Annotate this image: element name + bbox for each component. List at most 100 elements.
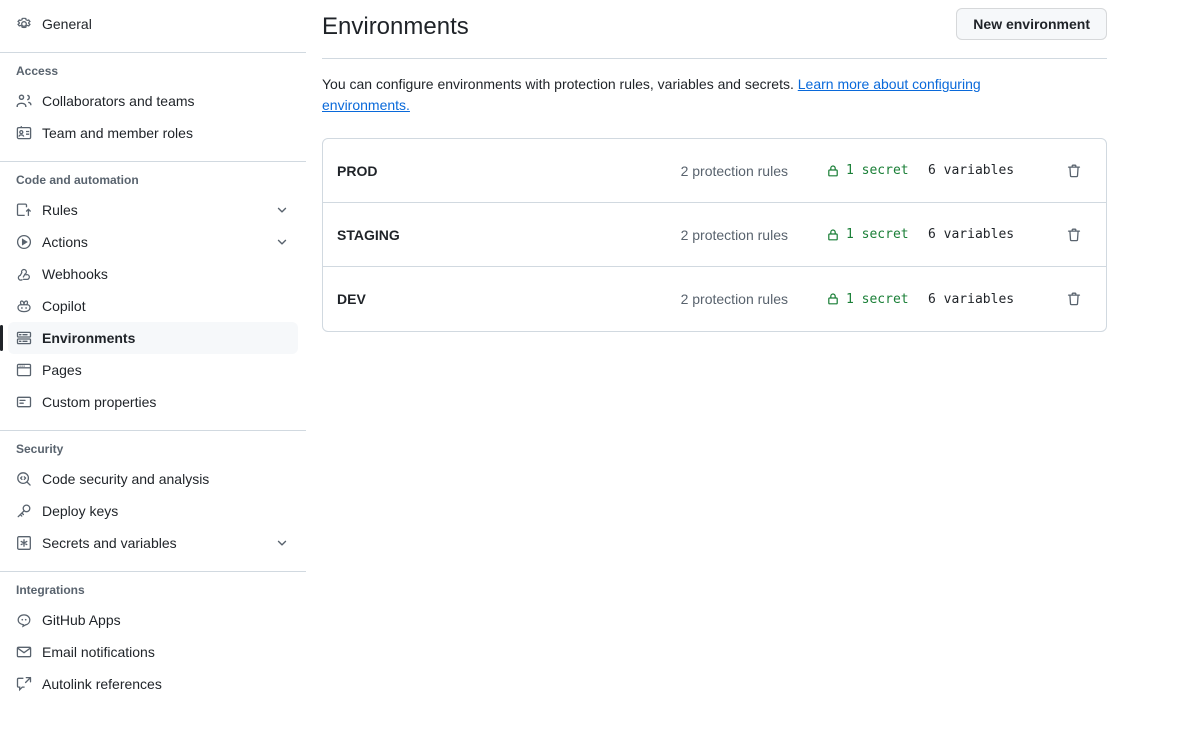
chevron-down-icon[interactable] — [274, 234, 290, 250]
sidebar-item-label: Custom properties — [42, 394, 157, 410]
delete-environment-button[interactable] — [1058, 219, 1090, 251]
sidebar-sections: Access Collaborators and teams Team and me… — [0, 52, 306, 700]
protection-rules-count: 2 protection rules — [680, 291, 788, 307]
settings-sidebar: General Access Collaborators and teams Tea… — [0, 0, 306, 735]
sidebar-item-collaborators-and-teams[interactable]: Collaborators and teams — [8, 85, 298, 117]
codescan-icon — [16, 471, 32, 487]
variables-count: 6 variables — [928, 163, 1015, 178]
sidebar-item-label: General — [42, 16, 92, 32]
secrets-count: 1 secret — [788, 292, 928, 307]
sidebar-item-label: Actions — [42, 234, 88, 250]
environment-name[interactable]: STAGING — [337, 227, 598, 243]
sidebar-item-code-security-and-analysis[interactable]: Code security and analysis — [8, 463, 298, 495]
chevron-down-icon[interactable] — [274, 535, 290, 551]
sidebar-section-security: Security Code security and analysis Deploy… — [0, 443, 306, 559]
sidebar-item-general[interactable]: General — [8, 8, 298, 40]
sidebar-section-title: Security — [16, 442, 64, 456]
secrets-count: 1 secret — [788, 163, 928, 178]
browser-icon — [16, 362, 32, 378]
mail-icon — [16, 644, 32, 660]
sidebar-item-label: Code security and analysis — [42, 471, 210, 487]
sidebar-section-title: Integrations — [16, 583, 85, 597]
server-icon — [16, 330, 32, 346]
app-icon — [16, 612, 32, 628]
environment-row[interactable]: DEV 2 protection rules 1 secret 6 variables — [323, 267, 1106, 331]
new-environment-button[interactable]: New environment — [956, 8, 1107, 40]
sidebar-item-actions[interactable]: Actions — [8, 226, 298, 258]
delete-environment-button[interactable] — [1058, 155, 1090, 187]
asterisk-key-icon — [16, 535, 32, 551]
sidebar-divider — [0, 161, 306, 162]
sidebar-item-environments[interactable]: Environments — [0, 322, 298, 354]
sidebar-item-autolink-references[interactable]: Autolink references — [8, 668, 298, 700]
sidebar-item-email-notifications[interactable]: Email notifications — [8, 636, 298, 668]
secrets-count-label: 1 secret — [846, 227, 909, 242]
sidebar-item-label: Copilot — [42, 298, 86, 314]
sidebar-divider — [0, 52, 306, 53]
sidebar-item-label: Secrets and variables — [42, 535, 177, 551]
environment-row[interactable]: PROD 2 protection rules 1 secret 6 variable… — [323, 139, 1106, 203]
delete-environment-button[interactable] — [1058, 283, 1090, 315]
sidebar-top-group: General — [0, 8, 306, 40]
sidebar-item-team-and-member-roles[interactable]: Team and member roles — [8, 117, 298, 149]
rules-icon — [16, 202, 32, 218]
sidebar-item-label: Pages — [42, 362, 82, 378]
note-icon — [16, 394, 32, 410]
sidebar-item-label: Deploy keys — [42, 503, 119, 519]
sidebar-item-github-apps[interactable]: GitHub Apps — [8, 604, 298, 636]
sidebar-item-label: Email notifications — [42, 644, 155, 660]
sidebar-group: Collaborators and teams Team and member r… — [0, 85, 306, 149]
sidebar-item-deploy-keys[interactable]: Deploy keys — [8, 495, 298, 527]
sidebar-section-access: Access Collaborators and teams Team and me… — [0, 65, 306, 149]
sidebar-section-code-and-automation: Code and automation Rules Actions Webhooks C… — [0, 174, 306, 418]
gear-icon — [16, 16, 32, 32]
main-content: Environments New environment You can con… — [306, 0, 1195, 735]
sidebar-section-title: Access — [16, 64, 59, 78]
sidebar-group: Rules Actions Webhooks Copilot Environments P… — [0, 194, 306, 418]
protection-rules-count: 2 protection rules — [680, 226, 788, 243]
webhook-icon — [16, 266, 32, 282]
key-icon — [16, 503, 32, 519]
sidebar-item-pages[interactable]: Pages — [8, 354, 298, 386]
sidebar-item-rules[interactable]: Rules — [8, 194, 298, 226]
protection-rules-count: 2 protection rules — [680, 162, 788, 179]
secrets-count-label: 1 secret — [846, 291, 909, 307]
lock-icon — [826, 228, 840, 242]
sidebar-item-label: Rules — [42, 202, 78, 218]
people-icon — [16, 93, 32, 109]
sidebar-section-title: Code and automation — [16, 173, 139, 187]
page-header: Environments New environment — [322, 8, 1107, 59]
chevron-down-icon[interactable] — [274, 202, 290, 218]
sidebar-item-webhooks[interactable]: Webhooks — [8, 258, 298, 290]
play-icon — [16, 234, 32, 250]
sidebar-section-integrations: Integrations GitHub Apps Email notificatio… — [0, 584, 306, 700]
sidebar-item-label: Autolink references — [42, 676, 162, 692]
sidebar-item-copilot[interactable]: Copilot — [8, 290, 298, 322]
environment-name[interactable]: PROD — [337, 163, 598, 179]
copilot-icon — [16, 298, 32, 314]
lock-icon — [826, 164, 840, 178]
lock-icon — [826, 292, 840, 306]
cross-reference-icon — [16, 676, 32, 692]
page-title: Environments — [322, 13, 469, 40]
sidebar-divider — [0, 571, 306, 572]
description-text: You can configure environments with prot… — [322, 76, 798, 92]
sidebar-item-label: Collaborators and teams — [42, 93, 195, 109]
sidebar-item-label: Team and member roles — [42, 125, 193, 141]
sidebar-item-secrets-and-variables[interactable]: Secrets and variables — [8, 527, 298, 559]
secrets-count: 1 secret — [788, 227, 928, 242]
secrets-count-label: 1 secret — [846, 163, 909, 178]
variables-count: 6 variables — [928, 227, 1015, 242]
sidebar-group: GitHub Apps Email notifications Autolink r… — [0, 604, 306, 700]
environments-description: You can configure environments with prot… — [322, 74, 1022, 116]
sidebar-item-label: GitHub Apps — [42, 612, 121, 628]
sidebar-item-label: Webhooks — [42, 266, 108, 282]
sidebar-group: Code security and analysis Deploy keys Sec… — [0, 463, 306, 559]
settings-page: General Access Collaborators and teams Tea… — [0, 0, 1195, 735]
variables-count: 6 variables — [928, 291, 1015, 307]
environments-list: PROD 2 protection rules 1 secret 6 variable… — [322, 138, 1107, 332]
sidebar-item-custom-properties[interactable]: Custom properties — [8, 386, 298, 418]
environment-name[interactable]: DEV — [337, 291, 598, 307]
sidebar-item-label: Environments — [42, 330, 136, 346]
environment-row[interactable]: STAGING 2 protection rules 1 secret 6 varia… — [323, 203, 1106, 267]
